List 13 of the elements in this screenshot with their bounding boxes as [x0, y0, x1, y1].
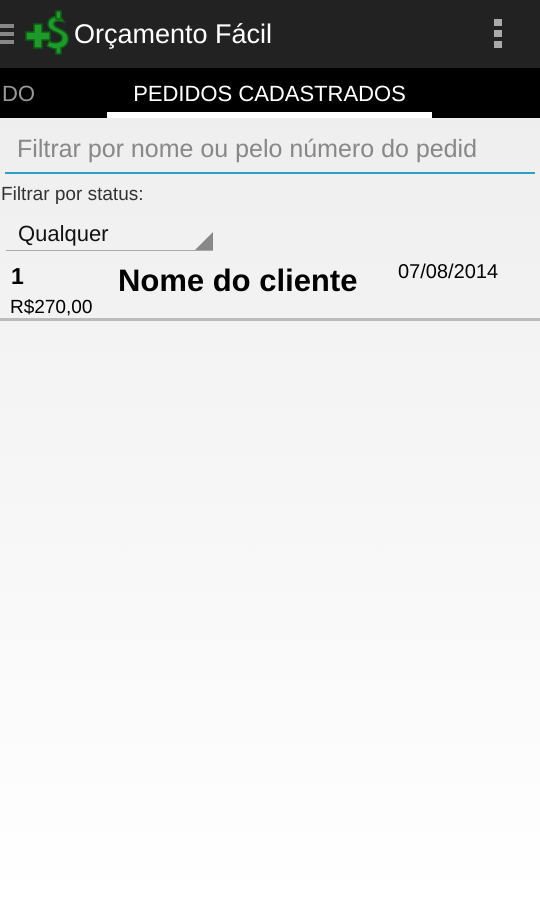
- order-item[interactable]: 1 Nome do cliente 07/08/2014 R$270,00: [0, 251, 540, 321]
- search-field[interactable]: Filtrar por nome ou pelo número do pedid: [5, 126, 535, 174]
- app-title: Orçamento Fácil: [74, 18, 272, 50]
- client-name: Nome do cliente: [117, 262, 358, 299]
- status-filter-label: Filtrar por status:: [1, 184, 145, 206]
- dropdown-arrow-icon: [195, 232, 213, 250]
- order-date: 07/08/2014: [398, 260, 498, 284]
- status-dropdown[interactable]: Qualquer: [6, 218, 213, 251]
- order-total: R$270,00: [9, 297, 94, 319]
- menu-icon[interactable]: [0, 23, 14, 45]
- tab[interactable]: DO: [0, 68, 107, 118]
- order-number: 1: [10, 262, 25, 290]
- overflow-menu-icon[interactable]: [494, 19, 502, 49]
